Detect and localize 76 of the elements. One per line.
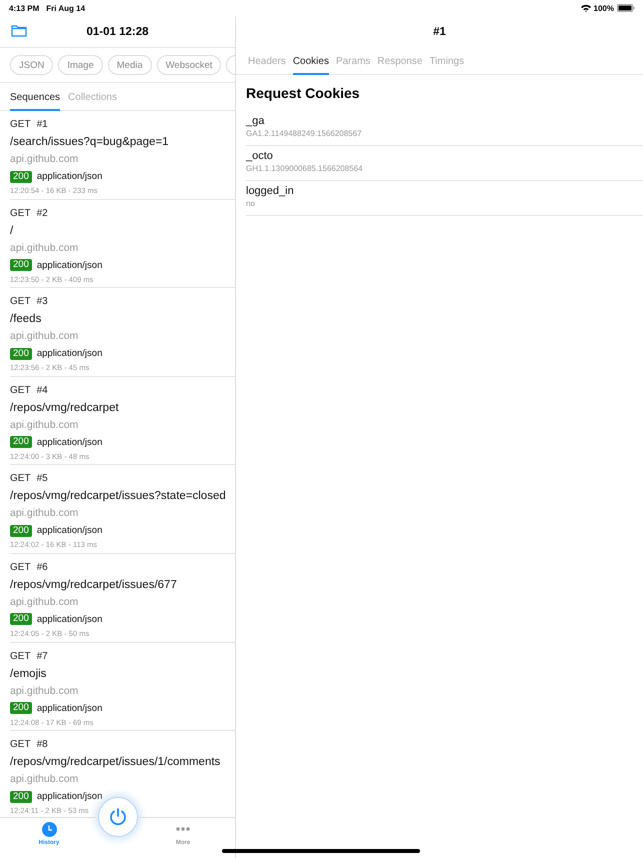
request-path[interactable]: / <box>10 224 14 242</box>
cookie-value: no <box>246 199 255 208</box>
request-method: GET <box>10 650 31 664</box>
battery-icon <box>617 4 635 12</box>
detail-tab[interactable]: Headers <box>248 56 286 75</box>
detail-tab[interactable]: Params <box>336 56 370 75</box>
content-type: application/json <box>36 614 102 625</box>
status-code: 200 <box>10 348 32 360</box>
request-method: GET <box>10 208 31 221</box>
request-host: api.github.com <box>10 596 78 610</box>
detail-title: #1 <box>433 26 446 38</box>
request-path[interactable]: /emojis <box>10 668 46 685</box>
content-type: application/json <box>36 171 102 182</box>
filter-chip[interactable]: JSON <box>10 55 54 75</box>
folder-icon[interactable] <box>11 24 27 37</box>
list-tab[interactable]: Sequences <box>10 92 60 111</box>
request-path[interactable]: /search/issues?q=bug&page=1 <box>10 136 169 153</box>
request-number: #7 <box>36 650 48 664</box>
request-method: GET <box>10 739 31 752</box>
content-type: application/json <box>36 348 102 360</box>
battery-percent: 100% <box>594 4 614 12</box>
content-type: application/json <box>36 525 102 536</box>
request-method: GET <box>10 473 31 486</box>
request-path[interactable]: /repos/vmg/redcarpet/issues?state=closed <box>10 490 226 508</box>
status-time: 4:13 PM <box>9 4 40 12</box>
request-path[interactable]: /repos/vmg/redcarpet <box>10 402 119 419</box>
cookie-name: logged_in <box>246 185 294 199</box>
request-path[interactable]: /repos/vmg/redcarpet/issues/677 <box>10 578 177 596</box>
content-type: application/json <box>36 436 102 448</box>
request-number: #3 <box>36 296 48 310</box>
request-method: GET <box>10 296 31 310</box>
content-type: application/json <box>36 791 102 802</box>
status-code: 200 <box>10 524 32 537</box>
content-type: application/json <box>36 702 102 714</box>
status-date: Fri Aug 14 <box>46 4 86 12</box>
status-code: 200 <box>10 170 32 182</box>
request-host: api.github.com <box>10 330 78 344</box>
status-code: 200 <box>10 702 32 714</box>
cookie-name: _octo <box>246 150 273 164</box>
request-host: api.github.com <box>10 684 78 699</box>
filter-chip[interactable]: Image <box>58 55 103 75</box>
status-code: 200 <box>10 790 32 803</box>
request-host: api.github.com <box>10 773 78 788</box>
list-tab[interactable]: Collections <box>68 92 117 111</box>
cookie-name: _ga <box>246 115 264 129</box>
request-number: #8 <box>36 739 48 752</box>
request-path[interactable]: /feeds <box>10 313 42 330</box>
request-number: #6 <box>36 562 48 575</box>
section-heading: Request Cookies <box>246 85 361 101</box>
request-number: #1 <box>36 119 48 132</box>
capture-title: 01-01 12:28 <box>86 26 149 38</box>
detail-tab[interactable]: Timings <box>429 56 464 75</box>
cookie-value: GH1.1.1309000685.1566208564 <box>246 164 363 173</box>
detail-tab[interactable]: Response <box>377 56 422 75</box>
request-host: api.github.com <box>10 507 78 522</box>
request-path[interactable]: /repos/vmg/redcarpet/issues/1/comments <box>10 756 220 774</box>
power-icon <box>108 807 128 827</box>
request-host: api.github.com <box>10 153 78 167</box>
request-host: api.github.com <box>10 418 78 433</box>
status-code: 200 <box>10 436 32 448</box>
wifi-icon <box>580 4 591 12</box>
filter-chip[interactable]: Websocket <box>156 55 222 75</box>
request-method: GET <box>10 119 31 132</box>
cookie-value: GA1.2.1149488249.1566208567 <box>246 129 362 138</box>
filter-chip[interactable]: Media <box>108 55 152 75</box>
request-method: GET <box>10 562 31 575</box>
content-type: application/json <box>36 260 102 271</box>
request-method: GET <box>10 384 31 398</box>
request-number: #5 <box>36 473 48 486</box>
request-number: #4 <box>36 384 48 398</box>
clock-icon <box>42 822 56 837</box>
request-number: #2 <box>36 208 48 221</box>
status-code: 200 <box>10 613 32 626</box>
request-host: api.github.com <box>10 242 78 256</box>
detail-tab[interactable]: Cookies <box>292 56 329 75</box>
status-code: 200 <box>10 259 32 272</box>
